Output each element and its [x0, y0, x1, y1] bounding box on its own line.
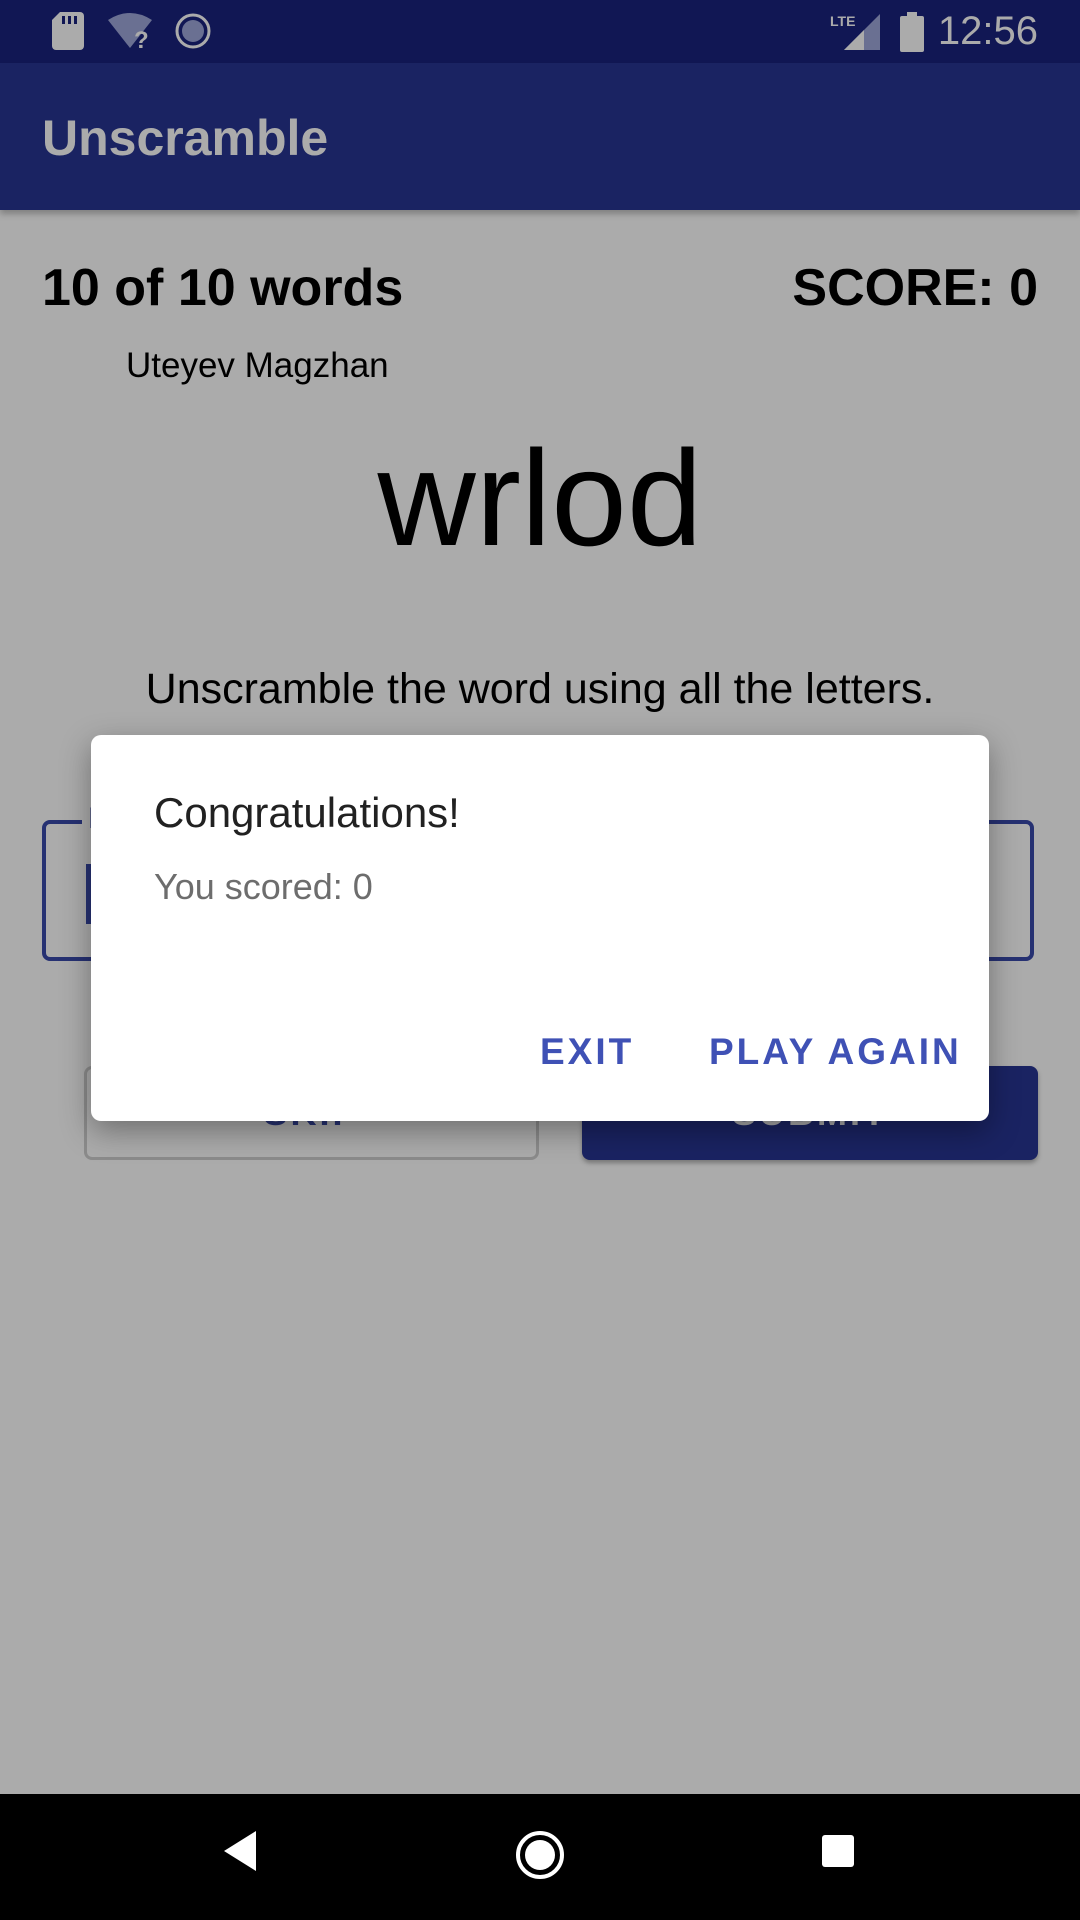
recents-icon[interactable]	[820, 1829, 856, 1884]
exit-button[interactable]: EXIT	[540, 1031, 634, 1073]
back-icon[interactable]	[222, 1829, 258, 1884]
home-icon[interactable]	[514, 1829, 566, 1886]
dialog-title: Congratulations!	[154, 789, 460, 836]
navigation-bar	[0, 1794, 1080, 1920]
dialog-message: You scored: 0	[154, 866, 373, 907]
screen: ? LTE 12:56 Unscramble 10 of 10 words SC…	[0, 0, 1080, 1920]
score-dialog: Congratulations! You scored: 0 EXIT PLAY…	[91, 735, 989, 1121]
play-again-button[interactable]: PLAY AGAIN	[709, 1031, 962, 1073]
